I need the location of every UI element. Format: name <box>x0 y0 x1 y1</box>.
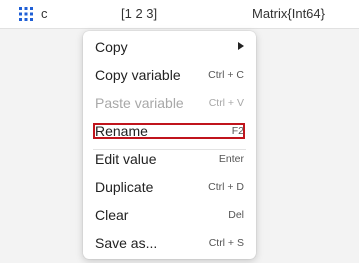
variable-name: c <box>41 6 48 21</box>
grid-icon <box>19 7 33 21</box>
menu-item-shortcut: F2 <box>231 125 244 137</box>
menu-item-shortcut: Ctrl + D <box>208 181 244 193</box>
menu-item-duplicate[interactable]: Duplicate Ctrl + D <box>83 173 256 201</box>
context-menu: Copy Copy variable Ctrl + C Paste variab… <box>83 31 256 259</box>
variable-value: [1 2 3] <box>121 6 158 21</box>
menu-item-paste-variable: Paste variable Ctrl + V <box>83 89 256 117</box>
menu-item-clear[interactable]: Clear Del <box>83 201 256 229</box>
menu-item-label: Edit value <box>95 151 157 167</box>
menu-item-shortcut: Ctrl + V <box>208 97 244 109</box>
menu-item-copy[interactable]: Copy <box>83 33 256 61</box>
menu-item-rename[interactable]: Rename F2 <box>83 117 256 145</box>
menu-item-label: Rename <box>95 123 148 139</box>
menu-item-edit-value[interactable]: Edit value Enter <box>83 145 256 173</box>
chevron-right-icon <box>238 42 244 50</box>
menu-item-shortcut: Del <box>228 209 244 221</box>
menu-item-label: Duplicate <box>95 179 154 195</box>
menu-item-shortcut: Enter <box>218 153 244 165</box>
menu-item-label: Clear <box>95 207 129 223</box>
menu-item-shortcut: Ctrl + S <box>208 237 244 249</box>
menu-item-label: Paste variable <box>95 95 184 111</box>
menu-item-label: Copy <box>95 39 128 55</box>
menu-item-save-as[interactable]: Save as... Ctrl + S <box>83 229 256 257</box>
menu-item-copy-variable[interactable]: Copy variable Ctrl + C <box>83 61 256 89</box>
variable-row[interactable]: c [1 2 3] Matrix{Int64} <box>0 0 359 29</box>
menu-item-shortcut: Ctrl + C <box>208 69 244 81</box>
menu-item-label: Copy variable <box>95 67 181 83</box>
menu-item-label: Save as... <box>95 235 158 251</box>
variable-type: Matrix{Int64} <box>252 6 325 21</box>
